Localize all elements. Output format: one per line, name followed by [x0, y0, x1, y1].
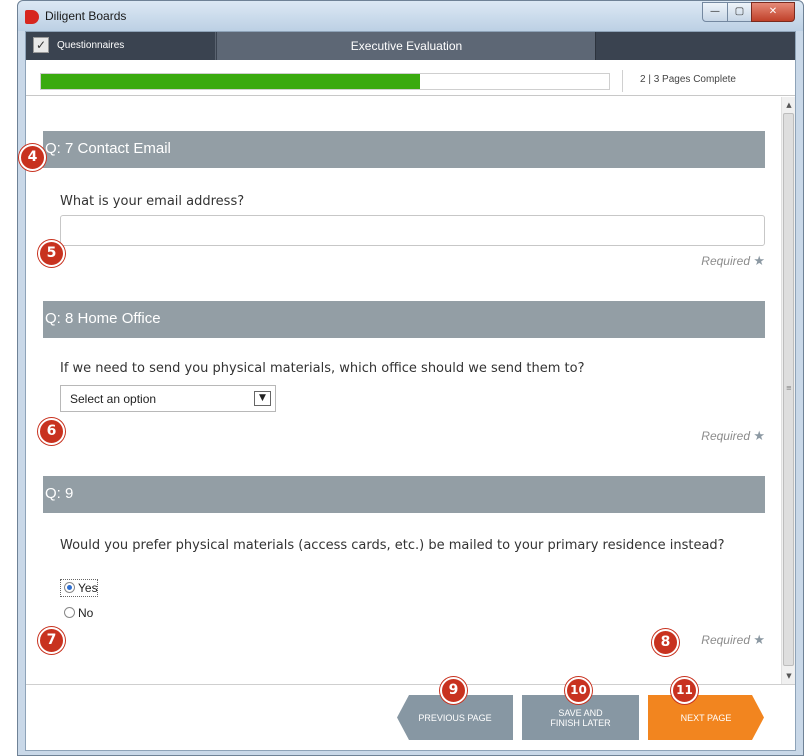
required-label: Required: [701, 429, 750, 443]
evaluation-title: Executive Evaluation: [350, 39, 463, 53]
question-title: Q: 8 Home Office: [45, 310, 161, 327]
question-prompt: What is your email address?: [60, 194, 245, 209]
question-title: Q: 7 Contact Email: [45, 140, 171, 157]
required-indicator: Required ★: [638, 428, 765, 444]
required-label: Required: [701, 633, 750, 647]
radio-label: Yes: [78, 581, 98, 595]
save-label-line1: SAVE AND: [558, 707, 603, 718]
callout-badge: 7: [38, 627, 65, 654]
next-page-button[interactable]: NEXT PAGE: [648, 695, 764, 740]
questionnaires-nav[interactable]: ✓ Questionnaires: [26, 32, 216, 60]
client-area: ✓ Questionnaires Executive Evaluation 2 …: [25, 31, 796, 751]
required-label: Required: [701, 254, 750, 268]
radio-button[interactable]: [64, 607, 75, 618]
radio-label: No: [78, 606, 94, 620]
scroll-up-icon[interactable]: ▲: [784, 100, 794, 110]
question-header: Q: 7 Contact Email: [43, 131, 765, 168]
chevron-down-icon[interactable]: ▼: [254, 391, 271, 406]
scroll-down-icon[interactable]: ▼: [784, 671, 794, 681]
progress-area: 2 | 3 Pages Complete: [26, 60, 795, 96]
minimize-button[interactable]: —: [702, 2, 728, 22]
callout-badge: 4: [19, 144, 46, 171]
callout-badge: 10: [565, 677, 592, 704]
required-indicator: Required ★: [638, 253, 765, 269]
scrollbar-thumb[interactable]: ≡: [783, 113, 794, 666]
title-bar[interactable]: Diligent Boards — ▢ ✕: [18, 1, 803, 31]
progress-divider: [622, 70, 623, 92]
progress-bar: [40, 73, 610, 90]
questionnaires-label: Questionnaires: [57, 40, 125, 51]
question-prompt: If we need to send you physical material…: [60, 361, 585, 376]
window-title: Diligent Boards: [45, 9, 127, 23]
maximize-button[interactable]: ▢: [727, 2, 752, 22]
question-header: Q: 8 Home Office: [43, 301, 765, 338]
office-select[interactable]: Select an option ▼: [60, 385, 276, 412]
callout-badge: 9: [440, 677, 467, 704]
callout-badge: 5: [38, 240, 65, 267]
radio-button[interactable]: [64, 582, 75, 593]
callout-badge: 8: [652, 629, 679, 656]
app-window: Diligent Boards — ▢ ✕ ✓ Questionnaires E…: [17, 0, 804, 756]
question-prompt: Would you prefer physical materials (acc…: [60, 538, 725, 553]
radio-option-yes[interactable]: Yes: [60, 579, 120, 597]
select-value: Select an option: [70, 392, 157, 406]
question-title: Q: 9: [45, 485, 74, 502]
progress-fill: [41, 74, 420, 89]
required-star-icon: ★: [753, 632, 765, 647]
top-navbar: ✓ Questionnaires Executive Evaluation: [26, 32, 795, 60]
evaluation-tab: Executive Evaluation: [217, 32, 596, 60]
checkbox-icon: ✓: [33, 37, 49, 53]
radio-option-no[interactable]: No: [60, 605, 120, 621]
save-label-line2: FINISH LATER: [550, 717, 611, 728]
callout-badge: 11: [671, 677, 698, 704]
pages-complete-label: 2 | 3 Pages Complete: [640, 74, 736, 85]
grip-icon: ≡: [786, 384, 792, 392]
close-button[interactable]: ✕: [751, 2, 795, 22]
required-star-icon: ★: [753, 428, 765, 443]
questionnaire-content: Q: 7 Contact Email What is your email ad…: [26, 97, 781, 684]
vertical-scrollbar[interactable]: ▲ ≡ ▼: [781, 97, 795, 684]
question-header: Q: 9: [43, 476, 765, 513]
app-logo-icon: [25, 10, 39, 24]
email-field[interactable]: [60, 215, 765, 246]
callout-badge: 6: [38, 418, 65, 445]
required-star-icon: ★: [753, 253, 765, 268]
